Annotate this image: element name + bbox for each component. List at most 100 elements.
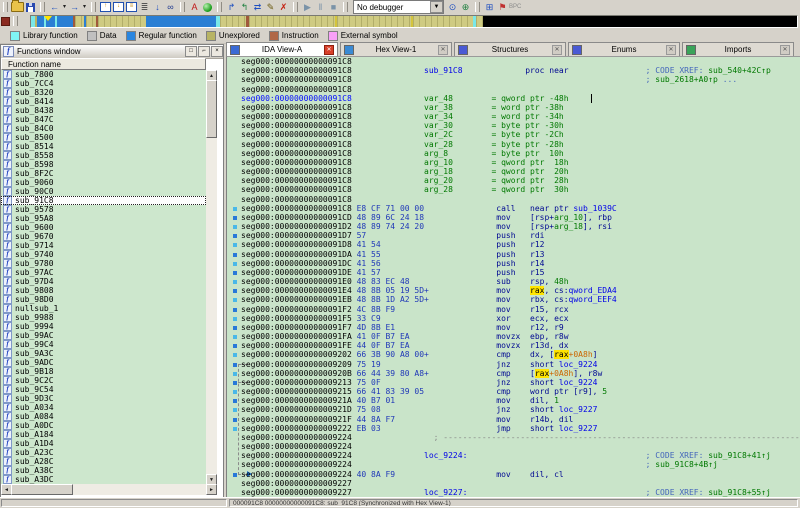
disasm-line[interactable]: seg000:00000000000091C8var_2C= byte ptr … — [227, 130, 800, 139]
function-list-item[interactable]: fsub_7CC4 — [1, 79, 206, 88]
tab-ida-view-a[interactable]: IDA View-A✕ — [226, 42, 338, 56]
debugger-stop-button[interactable]: ■ — [327, 1, 340, 13]
forward-history-button[interactable]: ▾ — [81, 1, 88, 13]
function-list-item[interactable]: fsub_9780 — [1, 259, 206, 268]
function-list-item[interactable]: fsub_9060 — [1, 178, 206, 187]
disasm-line[interactable]: seg000:00000000000091C8arg_8= byte ptr 1… — [227, 149, 800, 158]
disasm-line[interactable]: seg000:00000000000091FE44 0F B7 EAmovzxr… — [227, 341, 800, 350]
disasm-line[interactable]: seg000:00000000000091C8var_34= word ptr … — [227, 112, 800, 121]
float-icon[interactable]: ⌐ — [198, 46, 210, 57]
function-list-item[interactable]: fsub_97AC — [1, 268, 206, 277]
disasm-line[interactable]: seg000:00000000000091E048 83 EC 48subrsp… — [227, 277, 800, 286]
disasm-line[interactable]: seg000:0000000000009222EB 03jmpshort loc… — [227, 424, 800, 433]
close-icon[interactable]: ✕ — [438, 45, 448, 55]
disasm-line[interactable]: seg000:000000000000920975 19jnzshort loc… — [227, 360, 800, 369]
navband-grip[interactable] — [13, 16, 18, 26]
disasm-line[interactable]: seg000:000000000000921566 41 83 39 05cmp… — [227, 387, 800, 396]
tab-imports[interactable]: Imports✕ — [682, 42, 794, 56]
function-list-item[interactable]: fsub_9988 — [1, 313, 206, 322]
disasm-line[interactable]: seg000:00000000000091C8sub_91C8proc near… — [227, 66, 800, 75]
colors-button[interactable] — [201, 1, 214, 13]
next-window-button[interactable]: ↓ — [112, 1, 125, 13]
disasm-line[interactable]: seg000:00000000000091DA41 55pushr13 — [227, 250, 800, 259]
disasm-line[interactable]: seg000:00000000000091C8arg_10= qword ptr… — [227, 158, 800, 167]
function-list-item[interactable]: fsub_9714 — [1, 241, 206, 250]
disasm-line[interactable]: seg000:000000000000922440 8A F9movdil, c… — [227, 470, 800, 479]
step-over-button[interactable]: ⊙ — [446, 1, 459, 13]
tab-hex-view-1[interactable]: Hex View-1✕ — [340, 42, 452, 56]
function-list-item[interactable]: fsub_8558 — [1, 151, 206, 160]
disasm-line[interactable]: seg000:00000000000091C8E8 CF 71 00 00cal… — [227, 204, 800, 213]
close-icon[interactable]: ✕ — [666, 45, 676, 55]
open-file-button[interactable] — [11, 1, 24, 13]
disasm-line[interactable]: seg000:00000000000091DC41 56pushr14 — [227, 259, 800, 268]
function-list-item[interactable]: fsub_A084 — [1, 412, 206, 421]
disasm-line[interactable]: seg000:00000000000091C8arg_20= qword ptr… — [227, 176, 800, 185]
function-list-item[interactable]: fsub_8438 — [1, 106, 206, 115]
toolbar-grip[interactable] — [40, 2, 45, 12]
close-icon[interactable]: ✕ — [324, 45, 334, 55]
disasm-line[interactable]: seg000:00000000000091D757pushrdi — [227, 231, 800, 240]
function-list-item[interactable]: fsub_9808 — [1, 286, 206, 295]
debugger-run-button[interactable]: ▶ — [301, 1, 314, 13]
function-list-item[interactable]: fsub_9578 — [1, 205, 206, 214]
scroll-right-icon[interactable]: ► — [206, 484, 217, 495]
disasm-line[interactable]: seg000:0000000000009224loc_9224:; CODE X… — [227, 451, 800, 460]
function-list-item[interactable]: fsub_8598 — [1, 160, 206, 169]
function-list-item[interactable]: fsub_90C0 — [1, 187, 206, 196]
disasm-line[interactable]: seg000:000000000000921F44 8A F7movr14b, … — [227, 415, 800, 424]
function-list-item[interactable]: fsub_8320 — [1, 88, 206, 97]
disasm-line[interactable]: seg000:000000000000921A40 B7 01movdil, 1 — [227, 396, 800, 405]
cross-references-button[interactable]: ⇄ — [251, 1, 264, 13]
threads-button[interactable]: ⚑ — [496, 1, 509, 13]
disasm-line[interactable]: seg000:000000000000921D75 08jnzshort loc… — [227, 405, 800, 414]
disasm-line[interactable]: seg000:00000000000091F24C 8B F9movr15, r… — [227, 305, 800, 314]
function-list-item[interactable]: fsub_8414 — [1, 97, 206, 106]
disasm-line[interactable]: seg000:00000000000091C8var_38= word ptr … — [227, 103, 800, 112]
disasm-line[interactable]: seg000:00000000000091CD48 89 6C 24 18mov… — [227, 213, 800, 222]
function-list-item[interactable]: fsub_9A3C — [1, 349, 206, 358]
disasm-line[interactable]: seg000:00000000000091C8arg_18= qword ptr… — [227, 167, 800, 176]
run-to-cursor-button[interactable]: ⊕ — [459, 1, 472, 13]
function-list-item[interactable]: fsub_8514 — [1, 142, 206, 151]
function-list-item[interactable]: fsub_9600 — [1, 223, 206, 232]
disasm-line[interactable]: seg000:00000000000091F74D 8B E1movr12, r… — [227, 323, 800, 332]
disasm-line[interactable]: seg000:0000000000009227 — [227, 479, 800, 488]
jump-name-button[interactable]: ∞ — [164, 1, 177, 13]
function-list-item[interactable]: fsub_A034 — [1, 403, 206, 412]
toolbar-grip[interactable] — [3, 2, 8, 12]
disasm-line[interactable]: seg000:000000000000921375 0Fjnzshort loc… — [227, 378, 800, 387]
disassembly-pane[interactable]: seg000:00000000000091C8seg000:0000000000… — [226, 56, 800, 498]
save-button[interactable] — [24, 1, 37, 13]
disasm-line[interactable]: seg000:00000000000091D248 89 74 24 20mov… — [227, 222, 800, 231]
debug-windows-button[interactable]: ⊞ — [483, 1, 496, 13]
function-list-item[interactable]: fsub_99C4 — [1, 340, 206, 349]
disasm-line[interactable]: seg000:000000000000920B66 44 39 80 A8+cm… — [227, 369, 800, 378]
function-list-item[interactable]: fsub_8500 — [1, 133, 206, 142]
functions-window-titlebar[interactable]: f Functions window □ ⌐ × — [1, 45, 223, 59]
disasm-line[interactable]: seg000:00000000000091FA41 0F B7 EAmovzxe… — [227, 332, 800, 341]
function-list-item[interactable]: fsub_95A8 — [1, 214, 206, 223]
functions-vertical-scrollbar[interactable]: ▲ ▼ — [206, 70, 217, 484]
breakpoints-button[interactable]: BPC — [509, 1, 521, 13]
disasm-line[interactable]: seg000:00000000000091C8var_30= byte ptr … — [227, 121, 800, 130]
function-list-item[interactable]: fsub_84C0 — [1, 124, 206, 133]
edit-comment-button[interactable]: ✎ — [264, 1, 277, 13]
back-history-button[interactable]: ▾ — [61, 1, 68, 13]
close-icon[interactable]: ✕ — [552, 45, 562, 55]
disasm-line[interactable]: seg000:00000000000091C8arg_28= qword ptr… — [227, 185, 800, 194]
disasm-line[interactable]: seg000:00000000000091F533 C9xorecx, ecx — [227, 314, 800, 323]
functions-horizontal-scrollbar[interactable]: ◄ ► — [1, 484, 217, 495]
back-button[interactable]: ← — [48, 1, 61, 13]
disasm-line[interactable]: seg000:00000000000091C8; sub_2618+A0↑p .… — [227, 75, 800, 84]
toolbar-grip[interactable] — [91, 2, 96, 12]
disasm-line[interactable]: seg000:00000000000091D841 54pushr12 — [227, 240, 800, 249]
function-list-item[interactable]: fsub_9B18 — [1, 367, 206, 376]
disasm-line[interactable]: seg000:00000000000091DE41 57pushr15 — [227, 268, 800, 277]
disasm-line[interactable]: seg000:00000000000091C8var_28= byte ptr … — [227, 140, 800, 149]
function-list-item[interactable]: fsub_9670 — [1, 232, 206, 241]
disasm-line[interactable]: seg000:00000000000091E448 8B 05 19 5D+mo… — [227, 286, 800, 295]
disasm-line[interactable]: seg000:0000000000009224; sub_91C8+4B↑j — [227, 460, 800, 469]
function-list-item[interactable]: fsub_A28C — [1, 457, 206, 466]
function-list-item[interactable]: fsub_9ADC — [1, 358, 206, 367]
